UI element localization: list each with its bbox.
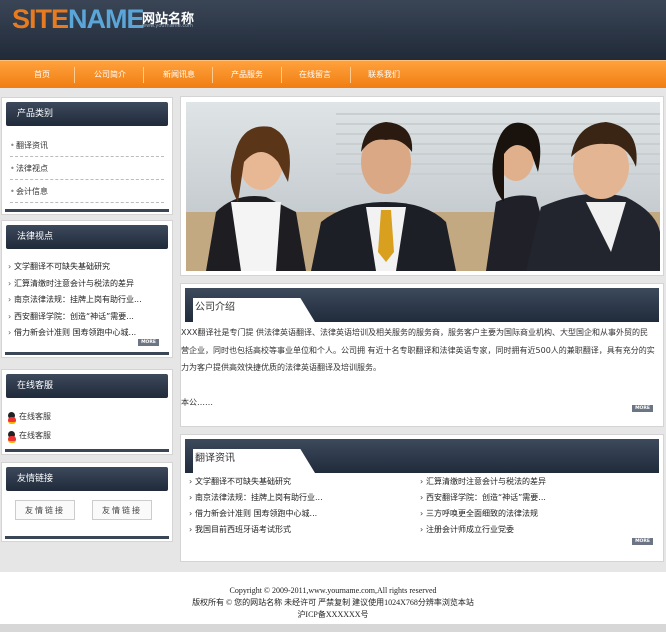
law-article-link[interactable]: 汇算清缴时注意会计与税法的差异 <box>8 276 166 293</box>
nav-home[interactable]: 首页 <box>14 61 70 89</box>
nav-divider <box>74 67 75 83</box>
friend-link-button[interactable]: 友情链接 <box>92 500 152 520</box>
nav-message[interactable]: 在线留言 <box>287 61 343 89</box>
banner-panel <box>180 96 664 276</box>
news-link[interactable]: 汇算清缴时注意会计与税法的差异 <box>420 474 546 489</box>
company-intro-panel: 公司介绍 XXX翻译社是专门提 供法律英语翻译、法律英语培训及相关服务的服务商，… <box>180 283 664 427</box>
panel-title: 在线客服 <box>6 374 168 398</box>
category-list: 翻译资讯 法律视点 会计信息 <box>10 134 164 203</box>
qq-service-label: 在线客服 <box>19 412 51 421</box>
news-link[interactable]: 注册会计师成立行业党委 <box>420 522 514 537</box>
site-logo[interactable]: SITENAME <box>12 4 145 35</box>
nav-divider <box>350 67 351 83</box>
nav-divider <box>281 67 282 83</box>
nav-news[interactable]: 新闻讯息 <box>151 61 207 89</box>
friend-links-panel: 友情链接 友情链接 友情链接 <box>1 462 173 542</box>
intro-line: 力为客户提供高效快捷优质的法律英语翻译及培训服务。 <box>181 363 381 372</box>
news-link[interactable]: 我国目前西班牙语考试形式 <box>189 522 291 537</box>
qq-service-link[interactable]: 在线客服 <box>7 429 51 443</box>
qq-service-link[interactable]: 在线客服 <box>7 410 51 424</box>
panel-title: 法律视点 <box>6 225 168 249</box>
qq-penguin-icon <box>7 411 17 424</box>
law-article-link[interactable]: 西安翻译学院：创造“神话”需要... <box>8 309 166 326</box>
main-nav: 首页 公司简介 新闻讯息 产品服务 在线留言 联系我们 <box>0 60 666 88</box>
translation-news-panel: 翻译资讯 文学翻译不可缺失基础研究 南京法律法规：挂牌上岗有助行业... 借力新… <box>180 434 664 562</box>
section-title: 公司介绍 <box>195 302 235 313</box>
more-button[interactable]: MORE <box>138 339 159 346</box>
copyright-line: Copyright © 2009-2011,www.yourname.com,A… <box>229 586 437 595</box>
panel-footer-bar <box>5 209 169 212</box>
icp-line[interactable]: 沪ICP备XXXXXX号 <box>0 609 666 621</box>
friend-link-button[interactable]: 友情链接 <box>15 500 75 520</box>
qq-service-label: 在线客服 <box>19 431 51 440</box>
logo-url: www.yourname.com <box>142 23 194 29</box>
news-link[interactable]: 三方呼唤更全面细致的法律法规 <box>420 506 538 521</box>
news-link[interactable]: 西安翻译学院：创造“神话”需要... <box>420 490 546 505</box>
intro-line: XXX翻译社是专门提 供法律英语翻译、法律英语培训及相关服务的服务商，服务客户主… <box>181 328 648 337</box>
section-header: 公司介绍 <box>185 288 659 322</box>
nav-divider <box>212 67 213 83</box>
site-footer: Copyright © 2009-2011,www.yourname.com,A… <box>0 572 666 624</box>
panel-footer-bar <box>5 449 169 452</box>
category-item[interactable]: 会计信息 <box>10 180 164 203</box>
more-button[interactable]: MORE <box>632 405 653 412</box>
panel-title: 友情链接 <box>6 467 168 491</box>
more-button[interactable]: MORE <box>632 538 653 545</box>
law-view-panel: 法律视点 文学翻译不可缺失基础研究 汇算清缴时注意会计与税法的差异 南京法律法规… <box>1 220 173 358</box>
news-link[interactable]: 文学翻译不可缺失基础研究 <box>189 474 291 489</box>
panel-footer-bar <box>5 536 169 539</box>
section-title: 翻译资讯 <box>195 453 235 464</box>
panel-title: 产品类别 <box>6 102 168 126</box>
news-link[interactable]: 南京法律法规：挂牌上岗有助行业... <box>189 490 323 505</box>
panel-footer-bar <box>5 352 169 355</box>
intro-text: XXX翻译社是专门提 供法律英语翻译、法律英语培训及相关服务的服务商，服务客户主… <box>181 324 663 411</box>
category-item[interactable]: 法律视点 <box>10 157 164 180</box>
product-categories-panel: 产品类别 翻译资讯 法律视点 会计信息 <box>1 97 173 215</box>
law-article-list: 文学翻译不可缺失基础研究 汇算清缴时注意会计与税法的差异 南京法律法规：挂牌上岗… <box>8 259 166 342</box>
intro-line: 营企业，同时也包括高校等事业单位和个人。公司拥 有近十名专职翻译和法律英语专家，… <box>181 345 655 355</box>
nav-divider <box>143 67 144 83</box>
site-header: SITENAME 网站名称 www.yourname.com <box>0 0 666 60</box>
qq-penguin-icon <box>7 430 17 443</box>
nav-products[interactable]: 产品服务 <box>219 61 275 89</box>
law-article-link[interactable]: 文学翻译不可缺失基础研究 <box>8 259 166 276</box>
intro-line: 本公…… <box>181 397 213 407</box>
law-article-link[interactable]: 南京法律法规：挂牌上岗有助行业... <box>8 292 166 309</box>
footer-bar <box>0 624 666 632</box>
banner-photo <box>186 102 660 271</box>
rights-line: 版权所有 © 您的网站名称 未经许可 严禁复制 建议使用1024X768分辨率浏… <box>192 598 474 607</box>
nav-contact[interactable]: 联系我们 <box>356 61 412 89</box>
online-service-panel: 在线客服 在线客服 在线客服 <box>1 369 173 455</box>
category-item[interactable]: 翻译资讯 <box>10 134 164 157</box>
news-link[interactable]: 借力新会计准则 国寿领跑中心城... <box>189 506 317 521</box>
nav-about[interactable]: 公司简介 <box>82 61 138 89</box>
section-header: 翻译资讯 <box>185 439 659 473</box>
